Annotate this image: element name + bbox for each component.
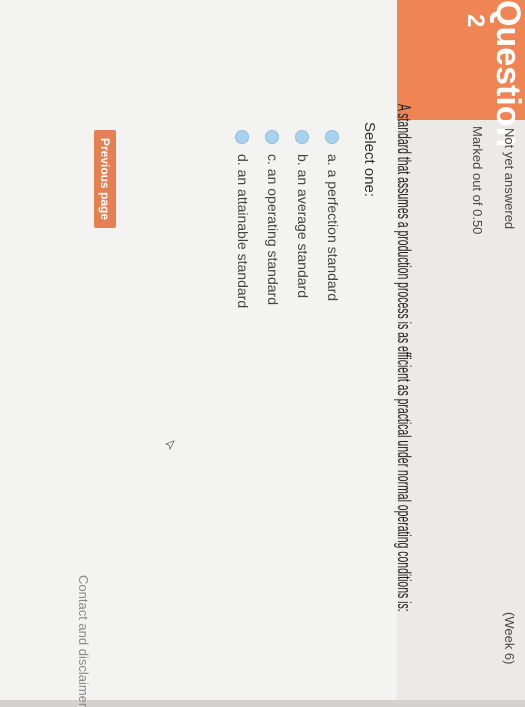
option-d-label: d. an attainable standard bbox=[235, 154, 251, 309]
question-word: Question bbox=[489, 0, 525, 148]
question-info-panel: Question 2 Not yet answered (Week 6) Mar… bbox=[397, 0, 525, 700]
contact-disclaimer-link[interactable]: Contact and disclaimer bbox=[76, 575, 91, 707]
option-a[interactable]: a. a perfection standard bbox=[324, 130, 341, 302]
select-one-label: Select one: bbox=[361, 122, 378, 198]
question-text: A standard that assumes a production pro… bbox=[394, 104, 414, 612]
option-c-label: c. an operating standard bbox=[265, 154, 281, 305]
radio-icon[interactable] bbox=[234, 130, 249, 144]
quiz-page: Question 2 Not yet answered (Week 6) Mar… bbox=[0, 0, 525, 707]
question-number-box: Question 2 bbox=[397, 0, 525, 148]
marks-label: Marked out of 0.50 bbox=[470, 126, 485, 235]
option-d[interactable]: d. an attainable standard bbox=[234, 130, 251, 309]
option-b[interactable]: b. an average standard bbox=[294, 130, 311, 298]
option-c[interactable]: c. an operating standard bbox=[264, 130, 281, 305]
radio-icon[interactable] bbox=[324, 130, 339, 144]
previous-page-button[interactable]: Previous page bbox=[94, 130, 116, 229]
radio-icon[interactable] bbox=[264, 130, 279, 144]
mouse-cursor-icon bbox=[165, 440, 175, 450]
week-label: (Week 6) bbox=[502, 612, 517, 665]
question-number: 2 bbox=[462, 14, 489, 28]
state-label: Not yet answered bbox=[502, 128, 517, 230]
option-b-label: b. an average standard bbox=[295, 154, 311, 298]
option-a-label: a. a perfection standard bbox=[325, 154, 341, 302]
radio-icon[interactable] bbox=[294, 130, 309, 144]
